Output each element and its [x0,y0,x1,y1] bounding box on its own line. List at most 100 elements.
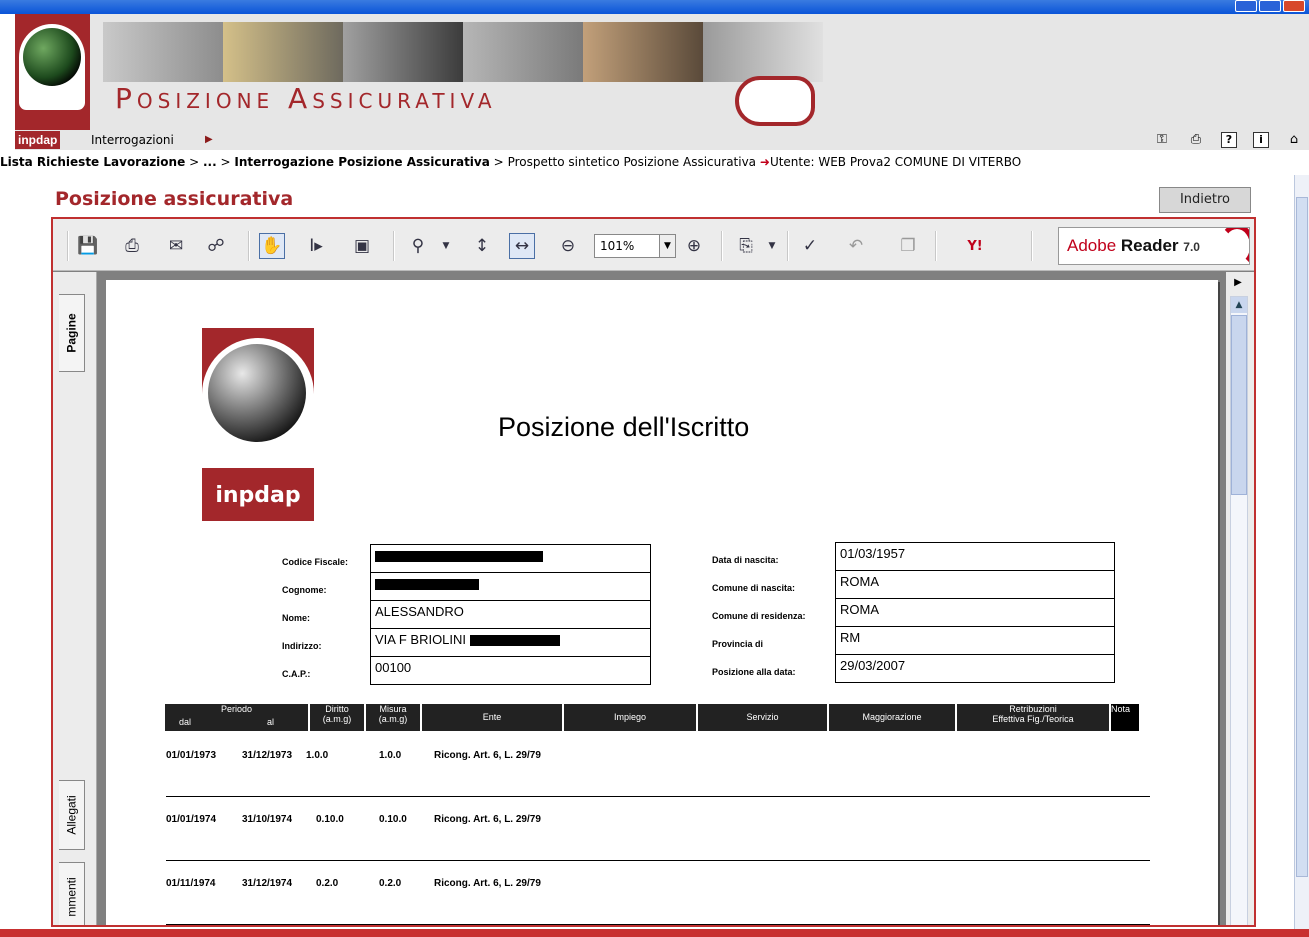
redacted-value [375,579,479,591]
rotate-dropdown-icon[interactable]: ▼ [759,233,785,259]
col-periodo: Periodo dal al [165,704,308,731]
document-logo: inpdap [202,328,314,521]
document-scrollbar: ▶ ▲ [1226,272,1254,925]
pdf-toolbar: 💾 ⎙ ✉ ☍ ✋ I▸ ▣ ⚲ ▼ ↕ ↔ ⊖ 101% ▼ ⊕ ⎘ ▼ ✓ … [53,219,1254,271]
col-diritto: Diritto (a.m.g) [310,704,364,731]
banner-photo-strip [103,22,823,82]
zoom-in-tool-icon[interactable]: ⚲ [405,233,431,259]
chevron-right-icon[interactable]: ▶ [205,132,213,148]
col-impiego: Impiego [564,704,696,731]
arrow-right-icon: ➜ [759,155,770,169]
label-posizione-data: Posizione alla data: [712,667,796,677]
table-header: Periodo dal al Diritto (a.m.g) Misura (a… [165,704,1139,731]
fit-width-icon[interactable]: ↔ [509,233,535,259]
breadcrumb-lista-richieste[interactable]: Lista Richieste Lavorazione [0,155,185,169]
banner-title: Posizione Assicurativa [115,82,497,115]
rotate-view-icon[interactable]: ⎘ [733,233,759,259]
value-comune-nascita: ROMA [835,570,1115,599]
zoom-level-input[interactable]: 101% [594,234,660,258]
fit-page-icon[interactable]: ↕ [469,233,495,259]
undo-icon[interactable]: ↶ [843,233,869,259]
hand-tool-icon[interactable]: ✋ [259,233,285,259]
header-tools: ⚿ ⎙ ? i ⌂ [1153,131,1303,149]
menu-bar: inpdap Interrogazioni ▶ ⚿ ⎙ ? i ⌂ [15,130,1309,150]
user-info: Utente: WEB Prova2 COMUNE DI VITERBO [769,155,1022,169]
tab-pages[interactable]: Pagine [59,294,85,372]
piggy-bank-icon [735,76,815,126]
select-text-icon[interactable]: I▸ [303,233,329,259]
tab-comments[interactable]: mmenti [59,862,85,925]
label-codice-fiscale: Codice Fiscale: [282,557,349,567]
find-icon[interactable]: ☍ [203,233,229,259]
minimize-button[interactable] [1235,0,1257,12]
breadcrumb-current: Prospetto sintetico Posizione Assicurati… [507,155,757,169]
col-ente: Ente [422,704,562,731]
document-area[interactable]: inpdap Posizione dell'Iscritto Codice Fi… [98,272,1233,925]
globe-icon [208,344,306,442]
value-indirizzo: VIA F BRIOLINI [370,628,651,657]
browser-scrollbar[interactable] [1294,175,1309,929]
navigation-panel: Pagine Allegati mmenti [53,272,97,925]
value-cognome [370,572,651,601]
help-icon[interactable]: ? [1221,132,1237,148]
spellcheck-icon[interactable]: ✓ [797,233,823,259]
redacted-value [469,635,560,647]
page-title: Posizione assicurativa [55,188,294,210]
email-icon[interactable]: ✉ [163,233,189,259]
value-posizione-data: 29/03/2007 [835,654,1115,683]
zoom-out-icon[interactable]: ⊖ [555,233,581,259]
inpdap-brand-label: inpdap [15,131,61,149]
zoom-level-dropdown[interactable]: ▼ [660,234,676,258]
label-indirizzo: Indirizzo: [282,641,322,651]
col-nota: Nota [1111,704,1139,731]
zoom-dropdown-icon[interactable]: ▼ [433,233,459,259]
bottom-status-bar [0,929,1309,937]
maximize-button[interactable] [1259,0,1281,12]
close-button[interactable] [1283,0,1305,12]
scroll-up-button[interactable]: ▲ [1231,297,1247,313]
label-cap: C.A.P.: [282,669,311,679]
breadcrumb: Lista Richieste Lavorazione > ... > Inte… [0,155,1022,169]
info-icon[interactable]: i [1253,132,1269,148]
col-retribuzioni: Retribuzioni Effettiva Fig./Teorica [957,704,1109,731]
zoom-in-icon[interactable]: ⊕ [681,233,707,259]
scrollbar-thumb[interactable] [1231,315,1247,495]
globe-icon [23,28,81,86]
copy-icon[interactable]: ❐ [895,233,921,259]
options-triangle-icon[interactable]: ▶ [1230,276,1246,290]
menu-item-interrogazioni[interactable]: Interrogazioni [91,132,174,148]
pdf-page: inpdap Posizione dell'Iscritto Codice Fi… [106,280,1218,925]
window-title-bar [0,0,1309,14]
value-nome: ALESSANDRO [370,600,651,629]
label-nome: Nome: [282,613,311,623]
adobe-swirl-icon [1219,228,1249,264]
value-comune-residenza: ROMA [835,598,1115,627]
breadcrumb-interrogazione[interactable]: Interrogazione Posizione Assicurativa [234,155,489,169]
col-maggiorazione: Maggiorazione [829,704,955,731]
breadcrumb-ellipsis[interactable]: ... [203,155,217,169]
value-data-nascita: 01/03/1957 [835,542,1115,571]
pdf-viewer: 💾 ⎙ ✉ ☍ ✋ I▸ ▣ ⚲ ▼ ↕ ↔ ⊖ 101% ▼ ⊕ ⎘ ▼ ✓ … [51,217,1256,927]
snapshot-icon[interactable]: ▣ [349,233,375,259]
document-title: Posizione dell'Iscritto [498,412,750,442]
redacted-value [375,551,543,563]
label-comune-residenza: Comune di residenza: [712,611,806,621]
window-controls [1235,0,1305,12]
col-servizio: Servizio [698,704,827,731]
home-icon[interactable]: ⌂ [1285,131,1303,149]
yahoo-toolbar-icon[interactable]: Y! [955,233,995,259]
tab-attachments[interactable]: Allegati [59,780,85,850]
print-icon[interactable]: ⎙ [119,233,145,259]
label-comune-nascita: Comune di nascita: [712,583,796,593]
browser-scrollbar-thumb[interactable] [1296,197,1308,877]
vertical-scrollbar[interactable]: ▲ [1230,296,1248,925]
key-icon[interactable]: ⚿ [1153,131,1171,149]
label-cognome: Cognome: [282,585,327,595]
label-data-nascita: Data di nascita: [712,555,779,565]
save-icon[interactable]: 💾 [75,233,101,259]
label-provincia: Provincia di [712,639,764,649]
app-header-banner: Posizione Assicurativa [15,14,1309,130]
print-icon[interactable]: ⎙ [1187,131,1205,149]
back-button[interactable]: Indietro [1159,187,1251,213]
col-misura: Misura (a.m.g) [366,704,420,731]
